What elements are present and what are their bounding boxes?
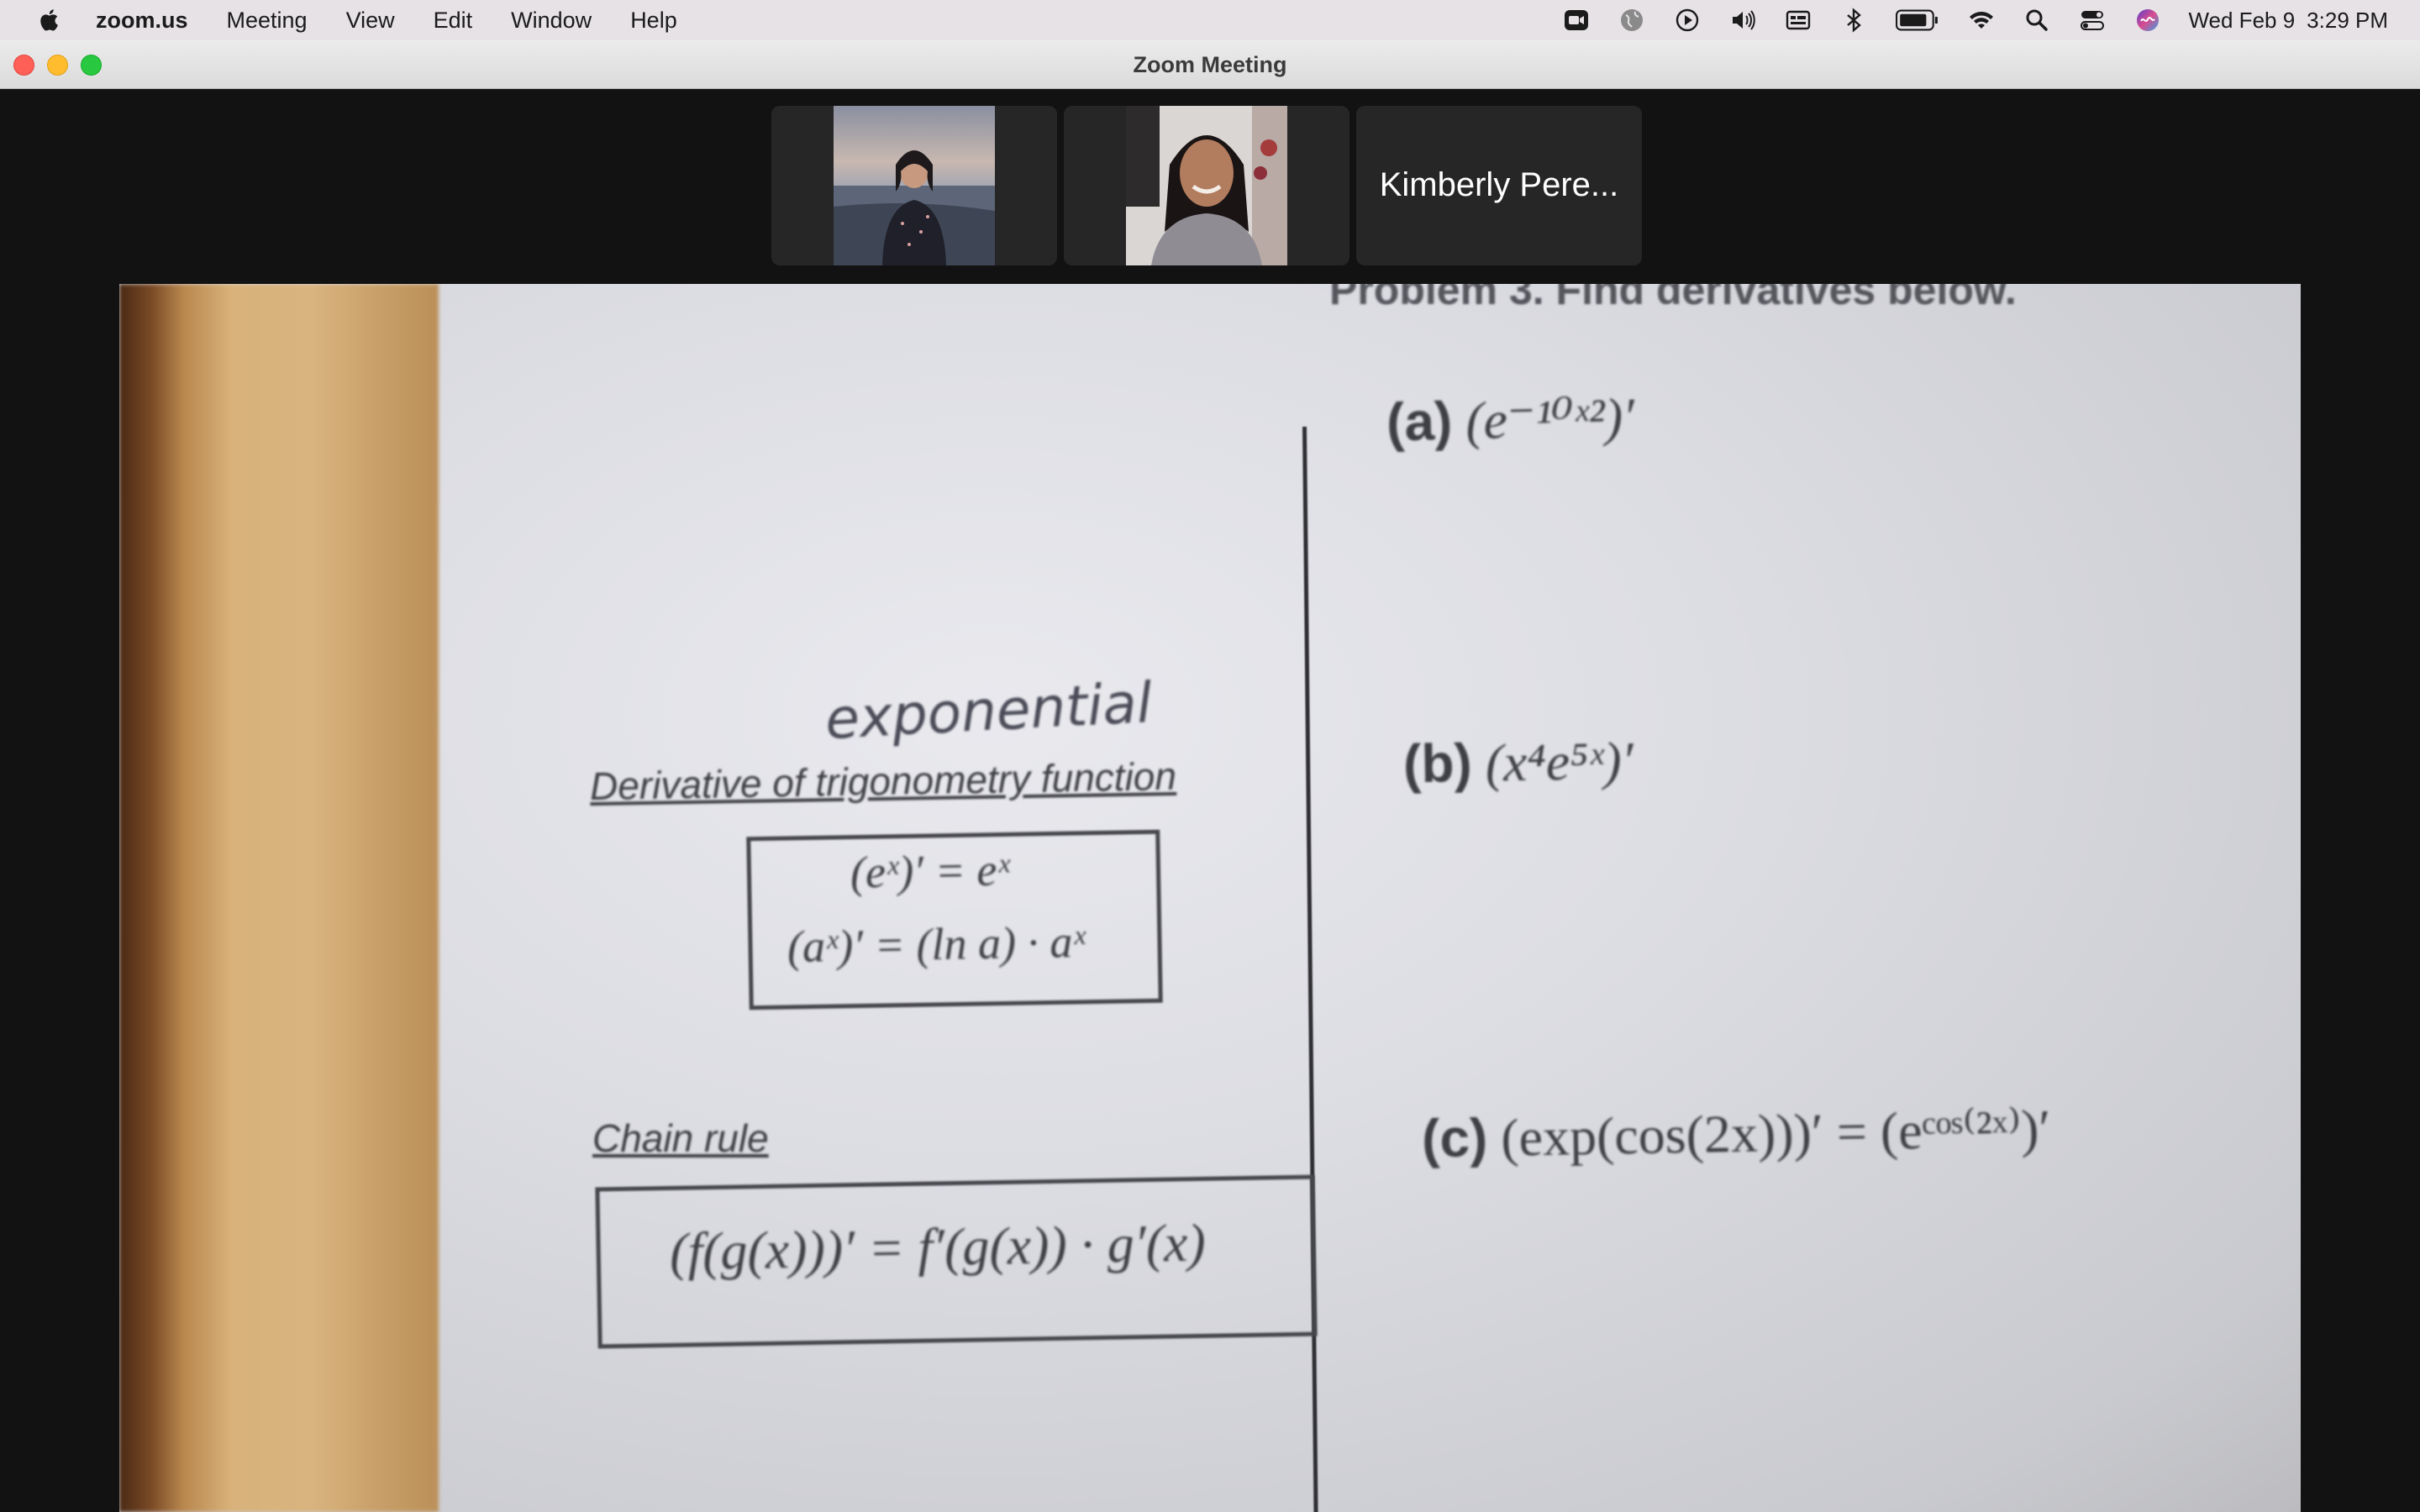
- section-title-chain-rule: Chain rule: [592, 1116, 769, 1160]
- battery-icon[interactable]: [1894, 5, 1941, 35]
- keyboard-input-icon[interactable]: [1783, 5, 1813, 35]
- participant-video-2: [1126, 106, 1287, 265]
- window-titlebar[interactable]: Zoom Meeting: [0, 40, 2420, 89]
- menu-bar: zoom.us Meeting View Edit Window Help We…: [0, 0, 2420, 40]
- menu-meeting[interactable]: Meeting: [227, 8, 308, 34]
- siri-icon[interactable]: [2133, 5, 2163, 35]
- control-center-icon[interactable]: [2077, 5, 2107, 35]
- participant-video-1: [834, 106, 995, 265]
- menu-edit[interactable]: Edit: [434, 8, 473, 34]
- participant-tile-1[interactable]: [771, 106, 1057, 265]
- problem-header: Problem 3. Find derivatives below.: [1329, 284, 2017, 313]
- wooden-table-edge: [119, 284, 439, 1512]
- spotlight-search-icon[interactable]: [2022, 5, 2052, 35]
- clock-time: 3:29 PM: [2307, 7, 2388, 33]
- zoom-camera-icon[interactable]: [1561, 5, 1591, 35]
- play-icon[interactable]: [1672, 5, 1702, 35]
- problem-c-label: (c): [1421, 1107, 1488, 1169]
- formula-exp-rule: (eˣ)′ = eˣ: [850, 844, 1011, 898]
- menu-window[interactable]: Window: [511, 8, 592, 34]
- formula-chain-rule: (f(g(x)))′ = f′(g(x)) · g′(x): [669, 1212, 1207, 1282]
- formula-base-rule: (aˣ)′ = (ln a) · aˣ: [786, 916, 1086, 973]
- volume-icon[interactable]: [1728, 5, 1758, 35]
- window-title: Zoom Meeting: [1133, 52, 1287, 77]
- problem-b-expression: (x⁴e⁵ˣ)′: [1485, 730, 1634, 793]
- apple-menu-icon[interactable]: [34, 3, 67, 37]
- meeting-stage: Kimberly Pere... Problem 3. Find derivat…: [0, 89, 2420, 1512]
- participant-tile-3[interactable]: Kimberly Pere...: [1356, 106, 1642, 265]
- bluetooth-icon[interactable]: [1839, 5, 1869, 35]
- problem-c-expression: (exp(cos(2x)))′ = (eᶜᵒˢ⁽²ˣ⁾)′: [1500, 1098, 2052, 1168]
- problem-a-label: (a): [1386, 390, 1454, 453]
- problem-c: (c) (exp(cos(2x)))′ = (eᶜᵒˢ⁽²ˣ⁾)′: [1421, 1096, 2051, 1170]
- handwritten-annotation: exponential: [823, 669, 1154, 753]
- worksheet-divider: [1302, 426, 1318, 1512]
- wifi-icon[interactable]: [1966, 5, 1996, 35]
- shared-screen-view[interactable]: Problem 3. Find derivatives below. expon…: [119, 284, 2301, 1512]
- problem-b: (b) (x⁴e⁵ˣ)′: [1402, 729, 1634, 796]
- vpn-globe-icon[interactable]: [1617, 5, 1647, 35]
- problem-a: (a) (e⁻¹⁰ˣ²)′: [1386, 385, 1635, 454]
- clock-date: Wed Feb 9: [2188, 7, 2296, 33]
- menu-view[interactable]: View: [346, 8, 395, 34]
- menubar-clock[interactable]: Wed Feb 9 3:29 PM: [2188, 8, 2388, 34]
- problem-b-label: (b): [1402, 732, 1473, 795]
- problem-a-expression: (e⁻¹⁰ˣ²)′: [1465, 386, 1636, 451]
- participant-tile-2[interactable]: [1064, 106, 1349, 265]
- section-title-derivative: Derivative of trigonometry function: [589, 753, 1177, 809]
- menu-app-name[interactable]: zoom.us: [96, 8, 188, 34]
- menu-help[interactable]: Help: [630, 8, 677, 34]
- participant-name: Kimberly Pere...: [1379, 166, 1619, 203]
